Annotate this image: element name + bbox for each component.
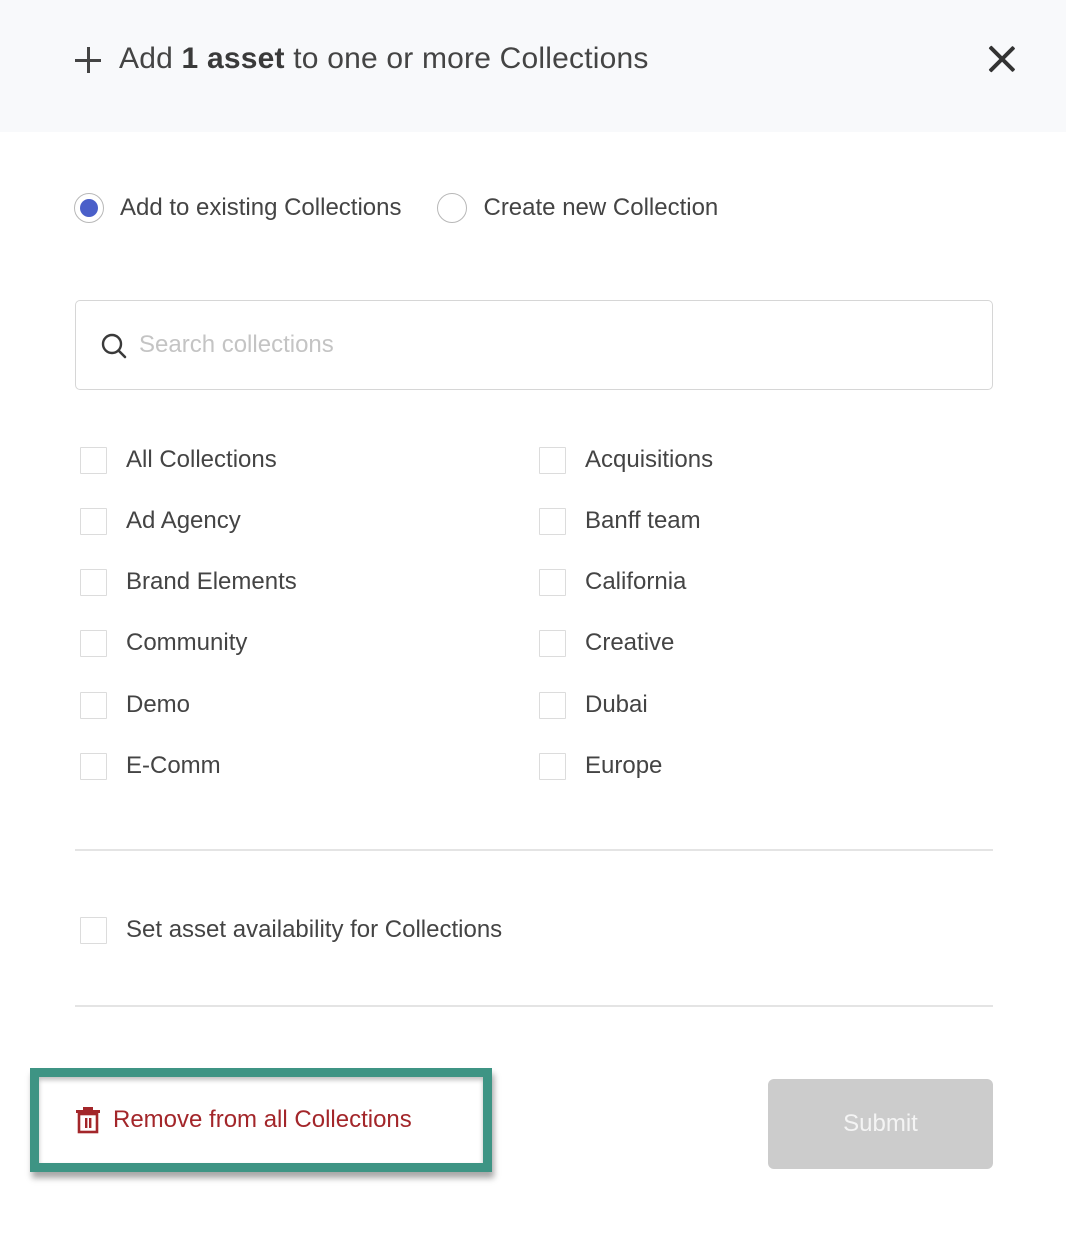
remove-label: Remove from all Collections <box>113 1106 412 1133</box>
checkbox[interactable] <box>80 446 107 474</box>
checkbox[interactable] <box>80 629 107 657</box>
trash-icon <box>76 1107 100 1134</box>
collection-label: E-Comm <box>126 752 221 779</box>
availability-label: Set asset availability for Collections <box>126 916 503 943</box>
radio-add-existing[interactable]: Add to existing Collections <box>74 193 401 223</box>
collection-item-dubai[interactable]: Dubai <box>539 690 648 720</box>
modal-header: Add 1 asset to one or more Collections <box>0 0 1066 132</box>
modal-title: Add 1 asset to one or more Collections <box>119 42 649 76</box>
radio-label: Add to existing Collections <box>120 194 402 221</box>
collection-label: Banff team <box>585 507 701 534</box>
collection-label: California <box>585 568 687 595</box>
checkbox[interactable] <box>80 752 107 780</box>
divider <box>75 849 993 851</box>
collection-label: Demo <box>126 691 191 718</box>
submit-button[interactable]: Submit <box>768 1079 993 1169</box>
collection-item-europe[interactable]: Europe <box>539 751 662 781</box>
collection-label: Ad Agency <box>126 507 241 534</box>
radio-unselected-icon[interactable] <box>437 193 468 223</box>
title-asset-count: 1 asset <box>181 42 285 75</box>
radio-label: Create new Collection <box>483 194 719 221</box>
collection-item-acquisitions[interactable]: Acquisitions <box>539 445 713 475</box>
collection-label: All Collections <box>126 446 277 473</box>
remove-from-all-button[interactable]: Remove from all Collections <box>75 1106 412 1134</box>
availability-option[interactable]: Set asset availability for Collections <box>80 915 502 945</box>
collection-item-community[interactable]: Community <box>80 628 247 658</box>
checkbox[interactable] <box>80 916 107 944</box>
title-prefix: Add <box>119 42 173 75</box>
collection-label: Community <box>126 629 248 656</box>
collection-item-brand-elements[interactable]: Brand Elements <box>80 567 297 597</box>
collection-item-banff-team[interactable]: Banff team <box>539 506 701 536</box>
collection-item-demo[interactable]: Demo <box>80 690 190 720</box>
checkbox[interactable] <box>539 568 566 596</box>
collection-label: Europe <box>585 752 663 779</box>
radio-selected-icon[interactable] <box>74 193 104 223</box>
checkbox[interactable] <box>80 507 107 535</box>
checkbox[interactable] <box>80 568 107 596</box>
collection-item-creative[interactable]: Creative <box>539 628 674 658</box>
search-icon <box>101 333 127 359</box>
divider <box>75 1005 993 1007</box>
collection-item-ad-agency[interactable]: Ad Agency <box>80 506 241 536</box>
collection-label: Acquisitions <box>585 446 714 473</box>
checkbox[interactable] <box>80 691 107 719</box>
collection-item-all-collections[interactable]: All Collections <box>80 445 277 475</box>
checkbox[interactable] <box>539 629 566 657</box>
checkbox[interactable] <box>539 507 566 535</box>
collection-label: Dubai <box>585 691 648 718</box>
title-suffix: to one or more Collections <box>293 42 649 75</box>
collection-item-california[interactable]: California <box>539 567 686 597</box>
plus-icon <box>74 46 102 74</box>
mode-radio-group: Add to existing Collections Create new C… <box>74 193 754 223</box>
collection-item-e-comm[interactable]: E-Comm <box>80 751 221 781</box>
close-icon[interactable] <box>984 42 1018 76</box>
checkbox[interactable] <box>539 752 566 780</box>
radio-create-new[interactable]: Create new Collection <box>437 193 718 223</box>
collection-label: Creative <box>585 629 675 656</box>
checkbox[interactable] <box>539 446 566 474</box>
search-box <box>75 300 993 390</box>
checkbox[interactable] <box>539 691 566 719</box>
add-to-collections-modal: Add 1 asset to one or more Collections A… <box>0 0 1066 1234</box>
search-input[interactable] <box>139 325 959 365</box>
collection-label: Brand Elements <box>126 568 297 595</box>
